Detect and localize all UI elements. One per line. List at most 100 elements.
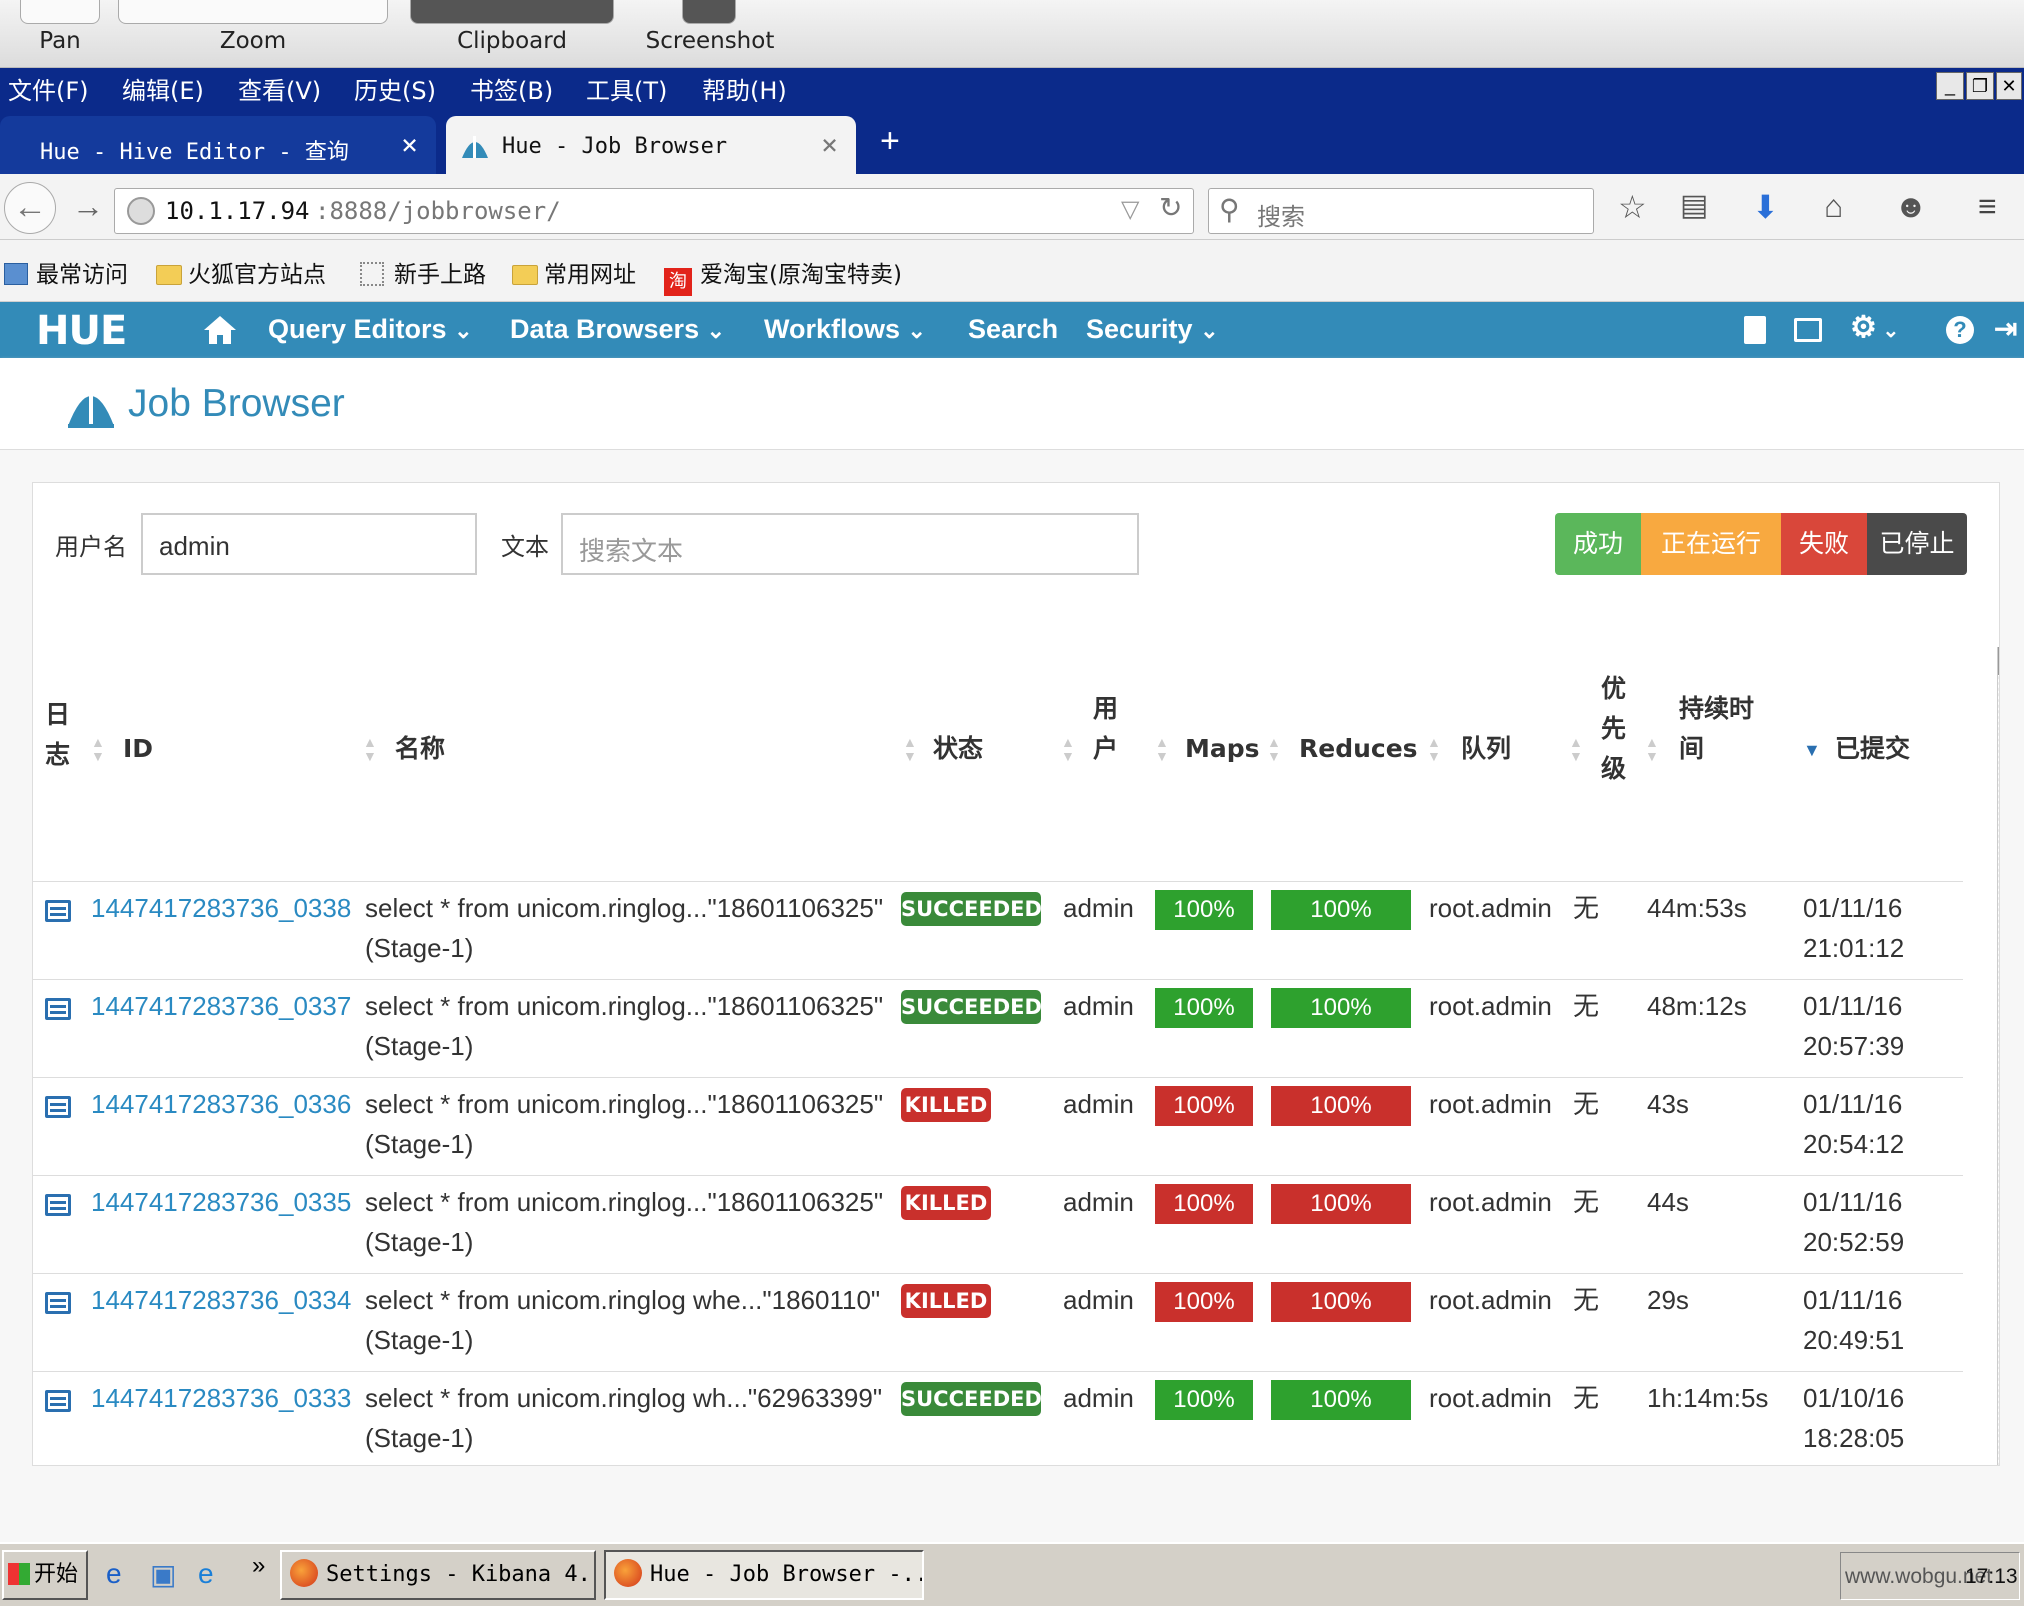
chat-icon[interactable]: ☻ (1894, 188, 1928, 225)
ie-icon[interactable]: e (106, 1558, 122, 1590)
sort-icon[interactable]: ▲ ▼ (1155, 735, 1169, 763)
log-icon[interactable] (45, 1194, 71, 1216)
job-id-link[interactable]: 1447417283736_0334 (91, 1280, 351, 1320)
bookmark-aitaobao[interactable]: 淘爱淘宝(原淘宝特卖) (664, 255, 902, 296)
settings-gear-icon[interactable]: ⚙ ⌄ (1850, 310, 1899, 345)
menu-icon[interactable]: ≡ (1978, 188, 1997, 225)
sort-icon[interactable]: ▲ ▼ (903, 735, 917, 763)
taskbar-window-hue[interactable]: Hue - Job Browser -... (604, 1550, 924, 1600)
sort-icon[interactable]: ▲ ▼ (1427, 735, 1441, 763)
col-name[interactable]: 名称 (395, 729, 445, 769)
menu-history[interactable]: 历史(S) (354, 71, 436, 106)
start-button[interactable]: 开始 (2, 1550, 88, 1600)
download-icon[interactable]: ⬇ (1752, 188, 1779, 226)
col-queue[interactable]: 队列 (1461, 729, 1511, 769)
user-filter-input[interactable]: admin (141, 513, 477, 575)
screenshot-button[interactable] (682, 0, 736, 24)
taskbar-window-kibana[interactable]: Settings - Kibana 4... (280, 1550, 596, 1600)
forward-icon[interactable]: → (72, 188, 104, 225)
sort-icon[interactable]: ▲ ▼ (91, 735, 105, 763)
job-list-icon[interactable] (1794, 318, 1822, 342)
col-submitted[interactable]: 已提交 (1835, 729, 1910, 769)
menu-view[interactable]: 查看(V) (238, 71, 321, 106)
dropdown-arrow-icon[interactable]: ▽ (1121, 195, 1139, 224)
close-tab-icon[interactable]: × (821, 128, 838, 161)
job-user: admin (1063, 991, 1134, 1021)
job-id-link[interactable]: 1447417283736_0333 (91, 1378, 351, 1418)
logout-icon[interactable]: ⇥ (1994, 312, 2017, 345)
filter-failed-button[interactable]: 失败 (1781, 513, 1867, 575)
chevron-right-icon[interactable]: » (252, 1552, 265, 1580)
reading-list-icon[interactable]: ▤ (1680, 188, 1708, 223)
hue-logo[interactable]: HUE (36, 308, 127, 354)
job-id-link[interactable]: 1447417283736_0338 (91, 888, 351, 928)
job-id-link[interactable]: 1447417283736_0337 (91, 986, 351, 1026)
minimize-button[interactable]: _ (1936, 72, 1964, 100)
col-id[interactable]: ID (123, 729, 153, 769)
log-icon[interactable] (45, 998, 71, 1020)
tab-job-browser[interactable]: Hue - Job Browser × (446, 116, 856, 174)
nav-workflows[interactable]: Workflows ⌄ (764, 314, 926, 345)
col-duration[interactable]: 持续时间 (1679, 689, 1765, 769)
home-icon[interactable] (202, 314, 238, 346)
filter-succeeded-button[interactable]: 成功 (1555, 513, 1641, 575)
job-priority: 无 (1573, 1187, 1600, 1217)
back-icon[interactable]: ← (4, 182, 56, 234)
close-window-button[interactable]: ✕ (1996, 72, 2022, 100)
sort-icon[interactable]: ▲ ▼ (1267, 735, 1281, 763)
log-icon[interactable] (45, 1096, 71, 1118)
clipboard-buttons[interactable] (410, 0, 614, 24)
nav-query-editors[interactable]: Query Editors ⌄ (268, 314, 473, 345)
col-status[interactable]: 状态 (933, 729, 983, 769)
col-reduces[interactable]: Reduces (1299, 729, 1418, 769)
filter-stopped-button[interactable]: 已停止 (1867, 513, 1967, 575)
bookmark-star-icon[interactable]: ☆ (1618, 188, 1647, 226)
tab-hive-editor[interactable]: Hue - Hive Editor - 查询 × (0, 116, 436, 174)
nav-search[interactable]: Search (968, 314, 1058, 345)
menu-bookmarks[interactable]: 书签(B) (470, 71, 553, 106)
col-log[interactable]: 日志 (45, 695, 71, 775)
menu-tools[interactable]: 工具(T) (586, 71, 667, 106)
help-icon[interactable]: ? (1946, 316, 1974, 344)
new-tab-icon[interactable]: + (880, 122, 900, 161)
col-user[interactable]: 用户 (1093, 689, 1119, 769)
nav-security[interactable]: Security ⌄ (1086, 314, 1219, 345)
sort-icon[interactable]: ▲ ▼ (363, 735, 377, 763)
scroll-up-icon[interactable]: ▲ (1998, 647, 1999, 675)
menu-file[interactable]: 文件(F) (8, 71, 89, 106)
sort-icon[interactable]: ▲ ▼ (1061, 735, 1075, 763)
nav-data-browsers[interactable]: Data Browsers ⌄ (510, 314, 725, 345)
filter-running-button[interactable]: 正在运行 (1641, 513, 1781, 575)
ie2-icon[interactable]: e (198, 1558, 214, 1590)
vertical-scrollbar[interactable]: ▲ ▼ (1997, 647, 1999, 1465)
desktop-icon[interactable]: ▣ (150, 1558, 176, 1591)
restore-button[interactable]: ❐ (1966, 72, 1994, 100)
job-name: select * from unicom.ringlog..."18601106… (365, 1187, 884, 1217)
sort-icon[interactable]: ▲ ▼ (1645, 735, 1659, 763)
sort-desc-icon[interactable]: ▼ (1803, 741, 1821, 759)
reload-icon[interactable]: ↻ (1159, 191, 1182, 224)
search-box[interactable]: ⚲ 搜索 (1208, 188, 1594, 234)
url-bar[interactable]: 10.1.17.94 :8888/jobbrowser/ ▽ ↻ (114, 188, 1194, 234)
bookmark-most-visited[interactable]: 最常访问 (4, 255, 128, 289)
sort-icon[interactable]: ▲ ▼ (1569, 735, 1583, 763)
log-icon[interactable] (45, 900, 71, 922)
pan-button[interactable] (20, 0, 100, 24)
log-icon[interactable] (45, 1292, 71, 1314)
menu-edit[interactable]: 编辑(E) (122, 71, 204, 106)
job-id-link[interactable]: 1447417283736_0336 (91, 1084, 351, 1124)
nav-label: Query Editors (268, 314, 447, 344)
bookmark-getting-started[interactable]: 新手上路 (360, 255, 486, 289)
log-icon[interactable] (45, 1390, 71, 1412)
bookmark-firefox-site[interactable]: 火狐官方站点 (156, 255, 326, 289)
col-priority[interactable]: 优先级 (1601, 669, 1627, 789)
col-maps[interactable]: Maps (1185, 729, 1260, 769)
zoom-buttons[interactable] (118, 0, 388, 24)
menu-help[interactable]: 帮助(H) (702, 71, 787, 106)
text-filter-input[interactable]: 搜索文本 (561, 513, 1139, 575)
job-id-link[interactable]: 1447417283736_0335 (91, 1182, 351, 1222)
close-tab-icon[interactable]: × (401, 128, 418, 161)
document-icon[interactable] (1744, 316, 1766, 344)
bookmark-common-sites[interactable]: 常用网址 (512, 255, 636, 289)
home-button-icon[interactable]: ⌂ (1824, 188, 1843, 225)
